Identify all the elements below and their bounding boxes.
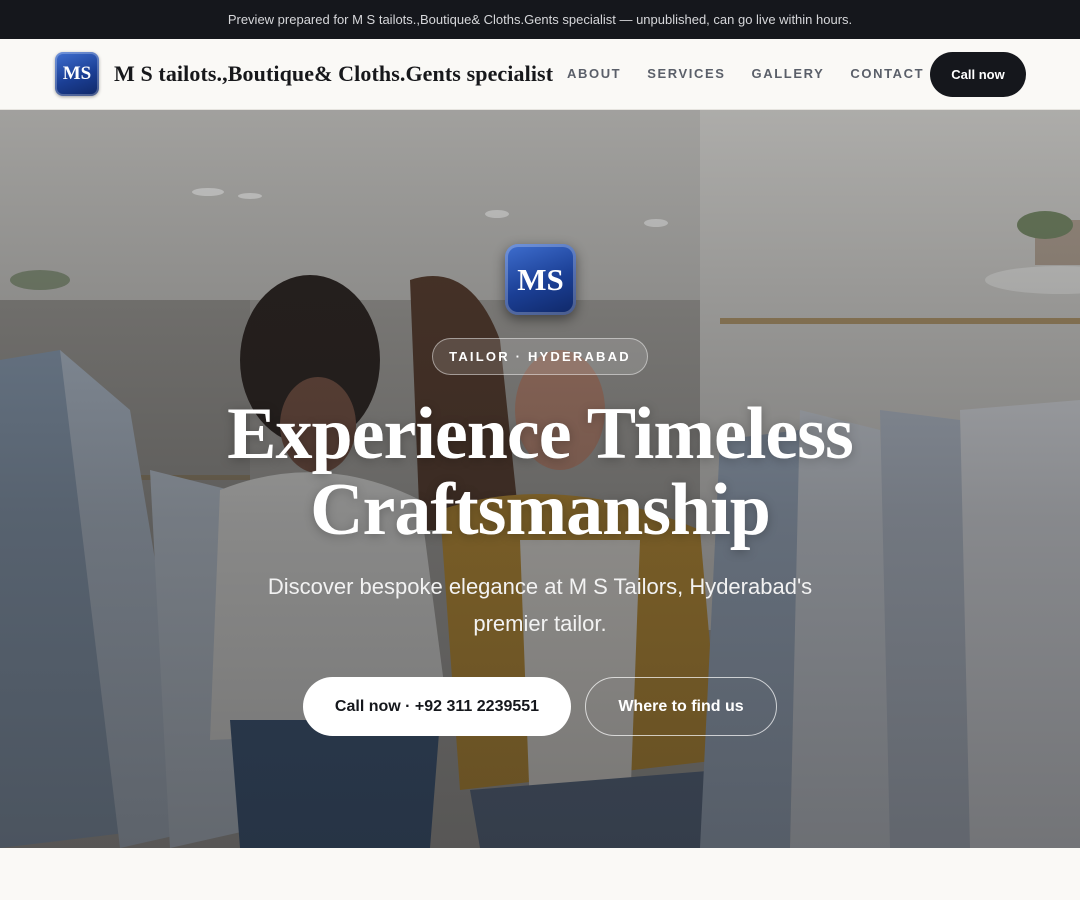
nav-link-about[interactable]: ABOUT [567, 66, 621, 81]
brand-logo[interactable]: MS [55, 52, 99, 96]
preview-banner-text: Preview prepared for M S tailots.,Boutiq… [227, 12, 853, 27]
hero-subtitle: Discover bespoke elegance at M S Tailors… [267, 574, 813, 636]
site-header: MS M S tailots.,Boutique& Cloths.Gents s… [0, 39, 1080, 110]
header-call-now-button[interactable]: Call now [930, 52, 1026, 97]
hero-logo: MS [505, 244, 576, 315]
main-nav: ABOUT SERVICES GALLERY CONTACT [567, 66, 950, 81]
next-section [0, 848, 1080, 900]
brand-name[interactable]: M S tailots.,Boutique& Cloths.Gents spec… [114, 61, 553, 87]
hero-call-now-button[interactable]: Call now · +92 311 2239551 [303, 677, 571, 736]
nav-link-contact[interactable]: CONTACT [850, 66, 924, 81]
hero-title: Experience Timeless Craftsmanship [227, 393, 854, 551]
nav-link-gallery[interactable]: GALLERY [752, 66, 825, 81]
hero-section: MS TAILOR · HYDERABAD Experience Timeles… [0, 110, 1080, 848]
where-to-find-us-button[interactable]: Where to find us [585, 677, 777, 736]
hero-category-badge: TAILOR · HYDERABAD [432, 338, 648, 375]
hero-content: MS TAILOR · HYDERABAD Experience Timeles… [0, 110, 1080, 848]
preview-banner: Preview prepared for M S tailots.,Boutiq… [0, 0, 1080, 39]
nav-link-services[interactable]: SERVICES [647, 66, 725, 81]
